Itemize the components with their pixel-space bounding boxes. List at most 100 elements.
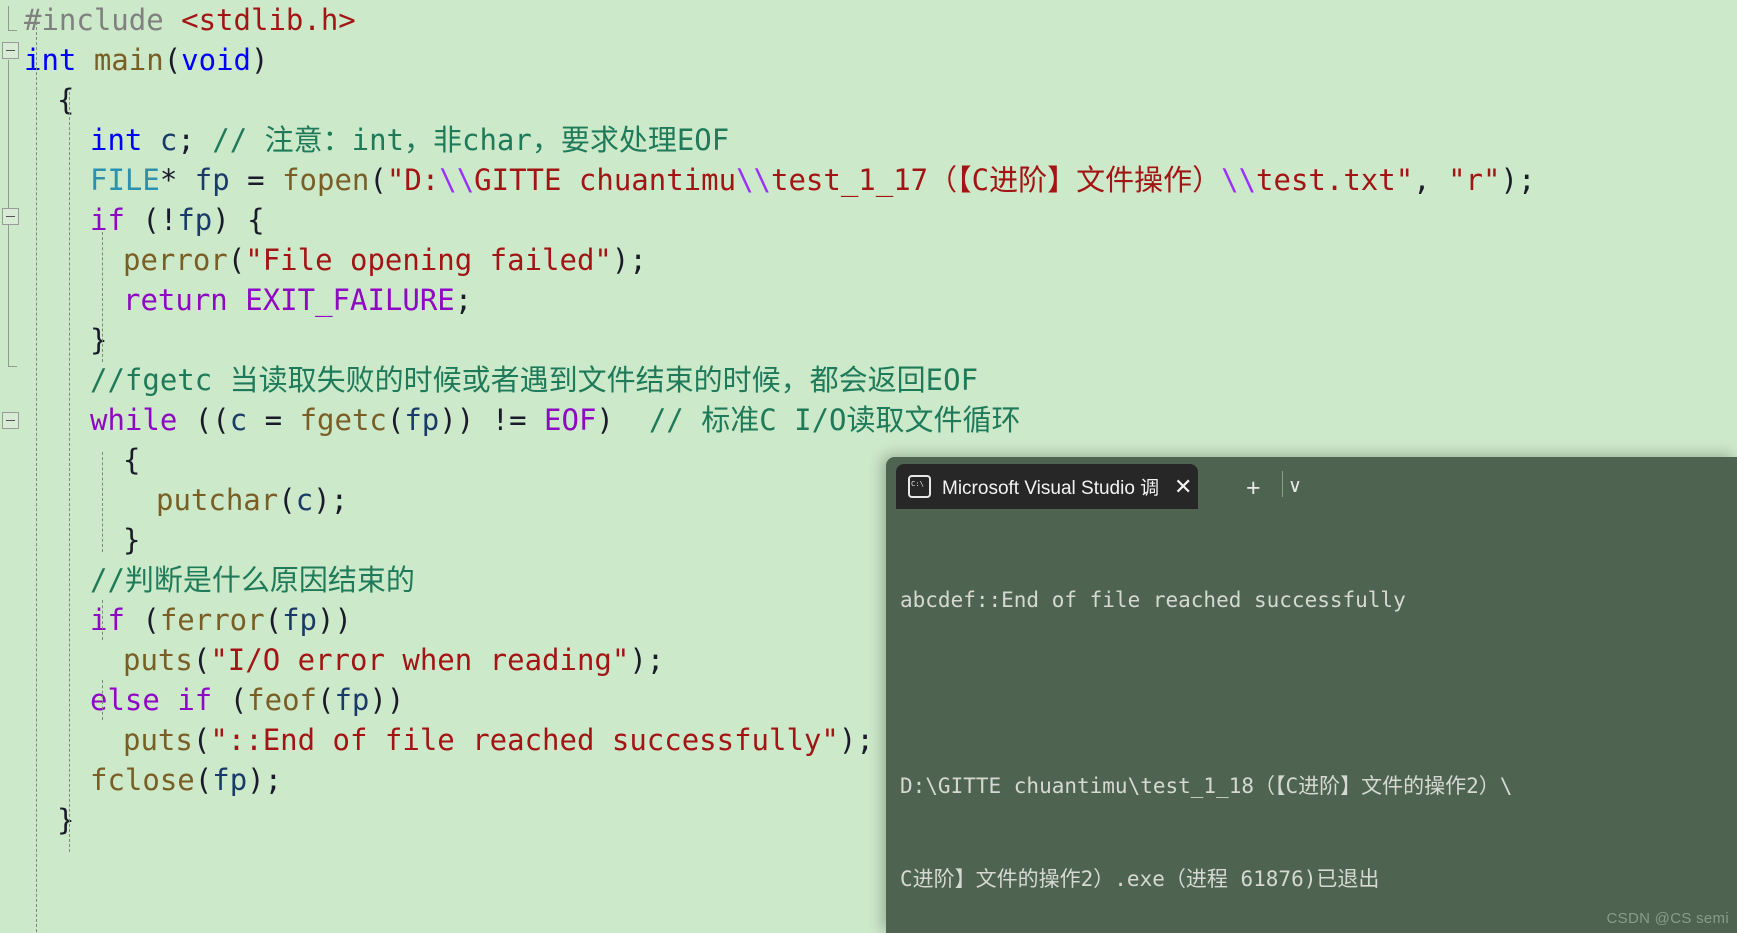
line-cmt-reason: //判断是什么原因结束的 [90,560,415,600]
code-token: fp [177,203,213,237]
line-puts-eof: puts("::End of file reached successfully… [123,720,874,760]
line-fclose: fclose(fp); [90,760,282,800]
line-if-fp: if (!fp) { [90,200,265,240]
code-token: ); [313,483,349,517]
code-token: perror [123,243,228,277]
console-icon [908,475,931,498]
code-token: "File opening failed" [245,243,612,277]
line-perror: perror("File opening failed"); [123,240,647,280]
code-token: \\ [736,163,771,197]
code-line[interactable]: if (!fp) { [0,200,1737,240]
terminal-titlebar[interactable]: Microsoft Visual Studio 调试控 ✕ + ∨ [886,457,1737,509]
indent-guide [102,452,103,552]
code-token: (! [124,203,178,237]
code-token: if [177,683,213,717]
code-token: fgetc [299,403,387,437]
chevron-down-icon[interactable]: ∨ [1288,477,1302,496]
code-token: c [142,123,178,157]
code-token: #include [24,3,182,37]
terminal-line-1: abcdef::End of file reached successfully [900,588,1406,612]
code-token: ); [838,723,874,757]
line-fopen: FILE* fp = fopen("D:\\GITTE chuantimu\\t… [90,160,1535,200]
code-token: fclose [90,763,195,797]
code-token: ) [596,403,649,437]
code-token: c [295,483,314,517]
line-end-brace: } [57,800,74,840]
terminal-window[interactable]: Microsoft Visual Studio 调试控 ✕ + ∨ abcdef… [886,457,1737,933]
code-token: EXIT_FAILURE [245,283,455,317]
code-line[interactable]: perror("File opening failed"); [0,240,1737,280]
code-line[interactable]: { [0,80,1737,120]
code-token: <stdlib.h> [181,3,356,37]
code-token: while [90,403,178,437]
code-token: //判断是什么原因结束的 [90,563,415,597]
line-return: return EXIT_FAILURE; [123,280,472,320]
code-token: fp [212,763,248,797]
line-while: while ((c = fgetc(fp)) != EOF) // 标准C I/… [90,400,1021,440]
code-token: ( [163,43,182,77]
code-token: fp [404,403,440,437]
line-putchar: putchar(c); [156,480,348,520]
terminal-output[interactable]: abcdef::End of file reached successfully… [886,509,1737,933]
code-line[interactable]: #include <stdlib.h> [0,0,1737,40]
code-token: \\ [439,163,475,197]
line-cmt-fgetc: //fgetc 当读取失败的时候或者遇到文件结束的时候，都会返回EOF [90,360,978,400]
code-token: ( [212,683,248,717]
code-token: EOF [544,403,597,437]
code-token: ; [454,283,473,317]
code-token: //fgetc 当读取失败的时候或者遇到文件结束的时候，都会返回EOF [90,363,979,397]
code-token: fp [194,163,230,197]
code-token: ) [251,43,269,77]
toolbar-divider [1282,471,1283,497]
code-token: ( [194,763,213,797]
code-line[interactable]: return EXIT_FAILURE; [0,280,1737,320]
code-line[interactable]: while ((c = fgetc(fp)) != EOF) // 标准C I/… [0,400,1737,440]
code-token: } [90,323,108,357]
code-token: test_1_17（【C进阶】文件操作） [771,163,1222,197]
code-token: ( [192,643,211,677]
line-else-if-feof: else if (feof(fp)) [90,680,404,720]
code-token: ( [264,603,283,637]
terminal-tab[interactable]: Microsoft Visual Studio 调试控 ✕ [896,464,1199,509]
line-while-open: { [123,440,140,480]
code-token: { [123,443,141,477]
code-token: ferror [159,603,265,637]
terminal-line-4: C进阶】文件的操作2）.exe（进程 61876)已退出 [900,867,1380,891]
line-include: #include <stdlib.h> [24,0,356,40]
indent-guide [69,92,70,852]
code-line[interactable]: FILE* fp = fopen("D:\\GITTE chuantimu\\t… [0,160,1737,200]
watermark-text: CSDN @CS semi [1606,910,1729,927]
code-token: else [90,683,160,717]
close-icon[interactable]: ✕ [1174,475,1192,498]
code-token: ( [317,683,335,717]
indent-guide [102,600,103,640]
code-token: } [123,523,141,557]
code-token: test.txt" [1256,163,1414,197]
code-line[interactable]: //fgetc 当读取失败的时候或者遇到文件结束的时候，都会返回EOF [0,360,1737,400]
code-line[interactable]: } [0,320,1737,360]
line-main: int main(void) [24,40,268,80]
code-token: void [181,43,252,77]
code-token: )) [369,683,405,717]
indent-guide [102,232,103,362]
terminal-line-3: D:\GITTE chuantimu\test_1_18（【C进阶】文件的操作2… [900,774,1513,798]
code-token: GITTE chuantimu [474,163,737,197]
new-tab-icon[interactable]: + [1246,476,1261,501]
code-token: if [90,603,125,637]
code-token: return [123,283,228,317]
code-token: , [1413,163,1449,197]
code-token: fp [334,683,370,717]
code-token: ( [192,723,211,757]
code-token: "::End of file reached successfully" [210,723,839,757]
code-token: * [159,163,195,197]
code-line[interactable]: int c; // 注意：int，非char，要求处理EOF [0,120,1737,160]
code-token: int [90,123,143,157]
code-token: putchar [156,483,279,517]
code-token: if [90,203,125,237]
line-int-c: int c; // 注意：int，非char，要求处理EOF [90,120,729,160]
code-token: = [247,403,300,437]
code-token: ( [124,603,160,637]
code-line[interactable]: int main(void) [0,40,1737,80]
